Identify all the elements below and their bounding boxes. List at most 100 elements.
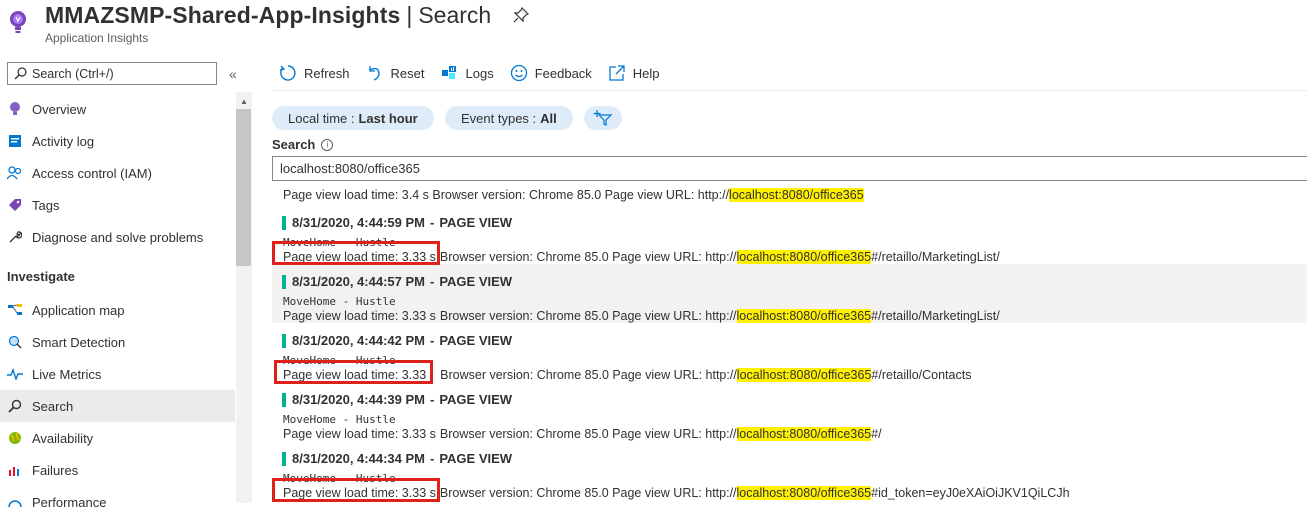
lightbulb-icon [7, 101, 23, 117]
command-bar: Refresh Reset Logs Feedback Help [279, 62, 676, 84]
sidebar-item-label: Activity log [32, 133, 95, 149]
sidebar-item-search[interactable]: Search [0, 390, 235, 422]
wrench-icon [7, 229, 23, 245]
result-highlight: localhost:8080/office365 [736, 250, 872, 264]
activity-log-icon [7, 133, 23, 149]
result-separator: - [429, 451, 435, 466]
result-timestamp: 8/31/2020, 4:44:34 PM [292, 451, 425, 466]
search-query-input[interactable]: localhost:8080/office365 [272, 156, 1307, 181]
section-investigate: Investigate [7, 269, 75, 284]
browser-text: Browser version: Chrome 85.0 Page view U… [439, 427, 737, 441]
result-row[interactable]: 8/31/2020, 4:44:57 PM - PAGE VIEW MoveHo… [272, 264, 1307, 323]
refresh-button[interactable]: Refresh [279, 64, 350, 82]
result-highlight: localhost:8080/office365 [736, 486, 872, 500]
add-filter-button[interactable] [584, 106, 622, 130]
result-timestamp: 8/31/2020, 4:44:42 PM [292, 333, 425, 348]
help-label: Help [632, 65, 660, 81]
application-insights-icon [10, 11, 26, 33]
url-rest: #/retaillo/MarketingList/ [871, 250, 1000, 264]
result-header: 8/31/2020, 4:44:34 PM - PAGE VIEW [282, 451, 512, 466]
menu-scrollbar-thumb[interactable] [236, 109, 251, 266]
annotation-box [274, 360, 433, 384]
event-types-value: All [540, 110, 557, 126]
tag-icon [7, 197, 23, 213]
sidebar-item-overview[interactable]: Overview [0, 93, 235, 125]
result-operation: MoveHome - Hustle [283, 295, 396, 308]
sidebar-item-smart-detection[interactable]: Smart Detection [0, 326, 235, 358]
result-type: PAGE VIEW [439, 392, 513, 407]
annotation-box [272, 241, 440, 265]
smiley-icon [510, 64, 527, 82]
resource-menu: Search (Ctrl+/) « ▲ Overview Activity lo… [0, 52, 252, 510]
result-highlight: localhost:8080/office365 [736, 368, 872, 382]
result-timestamp: 8/31/2020, 4:44:59 PM [292, 215, 425, 230]
url-rest: #id_token=eyJ0eXAiOiJKV1QiLCJh [871, 486, 1070, 500]
result-type: PAGE VIEW [439, 451, 513, 466]
info-icon[interactable]: i [321, 138, 334, 151]
event-types-filter[interactable]: Event types : All [445, 106, 573, 130]
sidebar-item-failures[interactable]: Failures [0, 454, 235, 486]
result-separator: - [429, 333, 435, 348]
feedback-button[interactable]: Feedback [510, 64, 592, 82]
result-header: 8/31/2020, 4:44:39 PM - PAGE VIEW [282, 392, 512, 407]
sidebar-item-label: Availability [32, 430, 94, 446]
sidebar-item-label: Tags [32, 197, 60, 213]
sidebar-item-access-control[interactable]: Access control (IAM) [0, 157, 235, 189]
sidebar-item-label: Application map [32, 302, 125, 318]
sidebar-item-tags[interactable]: Tags [0, 189, 235, 221]
result-highlight: localhost:8080/office365 [736, 309, 872, 323]
reset-label: Reset [390, 65, 425, 81]
result-header: 8/31/2020, 4:44:59 PM - PAGE VIEW [282, 215, 512, 230]
refresh-label: Refresh [304, 65, 350, 81]
sidebar-item-application-map[interactable]: Application map [0, 294, 235, 326]
refresh-icon [279, 65, 296, 81]
load-time-text: Page view load time: 3.33 s [283, 427, 436, 441]
help-button[interactable]: Help [608, 64, 660, 82]
collapse-menu-button[interactable]: « [229, 66, 237, 82]
load-time-text: Page view load time: 3.33 s [283, 309, 436, 323]
sidebar-item-label: Performance [32, 494, 107, 510]
event-type-bar [282, 215, 286, 230]
result-timestamp: 8/31/2020, 4:44:57 PM [292, 274, 425, 289]
sidebar-item-activity-log[interactable]: Activity log [0, 125, 235, 157]
url-rest: #/retaillo/Contacts [871, 368, 972, 382]
sidebar-item-live-metrics[interactable]: Live Metrics [0, 358, 235, 390]
reset-button[interactable]: Reset [366, 64, 425, 82]
result-detail: Page view load time: 3.33 s Browser versi… [283, 309, 1000, 323]
sidebar-item-availability[interactable]: Availability [0, 422, 235, 454]
globe-icon [7, 430, 23, 446]
performance-icon [7, 494, 23, 510]
filter-pills: Local time : Last hour Event types : All [272, 106, 622, 130]
sidebar-item-label: Failures [32, 462, 79, 478]
menu-search-placeholder: Search (Ctrl+/) [32, 66, 114, 81]
scroll-up-arrow[interactable]: ▲ [240, 97, 248, 106]
result-type: PAGE VIEW [439, 274, 513, 289]
add-filter-icon [593, 110, 613, 126]
result-header: 8/31/2020, 4:44:57 PM - PAGE VIEW [282, 274, 512, 289]
logs-button[interactable]: Logs [441, 64, 494, 82]
sidebar-item-performance[interactable]: Performance [0, 486, 235, 518]
resource-type: Application Insights [45, 31, 149, 45]
result-separator: - [429, 215, 435, 230]
result-row[interactable]: 8/31/2020, 4:44:39 PM - PAGE VIEW MoveHo… [272, 382, 1307, 441]
sidebar-item-label: Diagnose and solve problems [32, 229, 204, 245]
result-separator: - [429, 392, 435, 407]
time-range-filter[interactable]: Local time : Last hour [272, 106, 434, 130]
pin-icon[interactable] [513, 7, 530, 23]
page-title: Search [418, 1, 492, 28]
result-header: 8/31/2020, 4:44:42 PM - PAGE VIEW [282, 333, 512, 348]
sidebar-item-diagnose[interactable]: Diagnose and solve problems [0, 221, 235, 253]
sidebar-item-label: Access control (IAM) [32, 165, 152, 181]
search-icon [7, 398, 23, 414]
result-highlight: localhost:8080/office365 [729, 188, 864, 202]
search-label: Search i [272, 137, 334, 152]
title-separator: | [406, 1, 413, 28]
event-type-bar [282, 451, 286, 466]
result-type: PAGE VIEW [439, 333, 513, 348]
event-types-label: Event types : [461, 110, 537, 126]
smart-detection-icon [7, 334, 23, 350]
menu-search-input[interactable]: Search (Ctrl+/) [7, 62, 217, 85]
browser-text: Browser version: Chrome 85.0 Page view U… [440, 368, 737, 382]
result-timestamp: 8/31/2020, 4:44:39 PM [292, 392, 425, 407]
partial-result-row[interactable]: Page view load time: 3.4 s Browser versi… [283, 188, 864, 202]
